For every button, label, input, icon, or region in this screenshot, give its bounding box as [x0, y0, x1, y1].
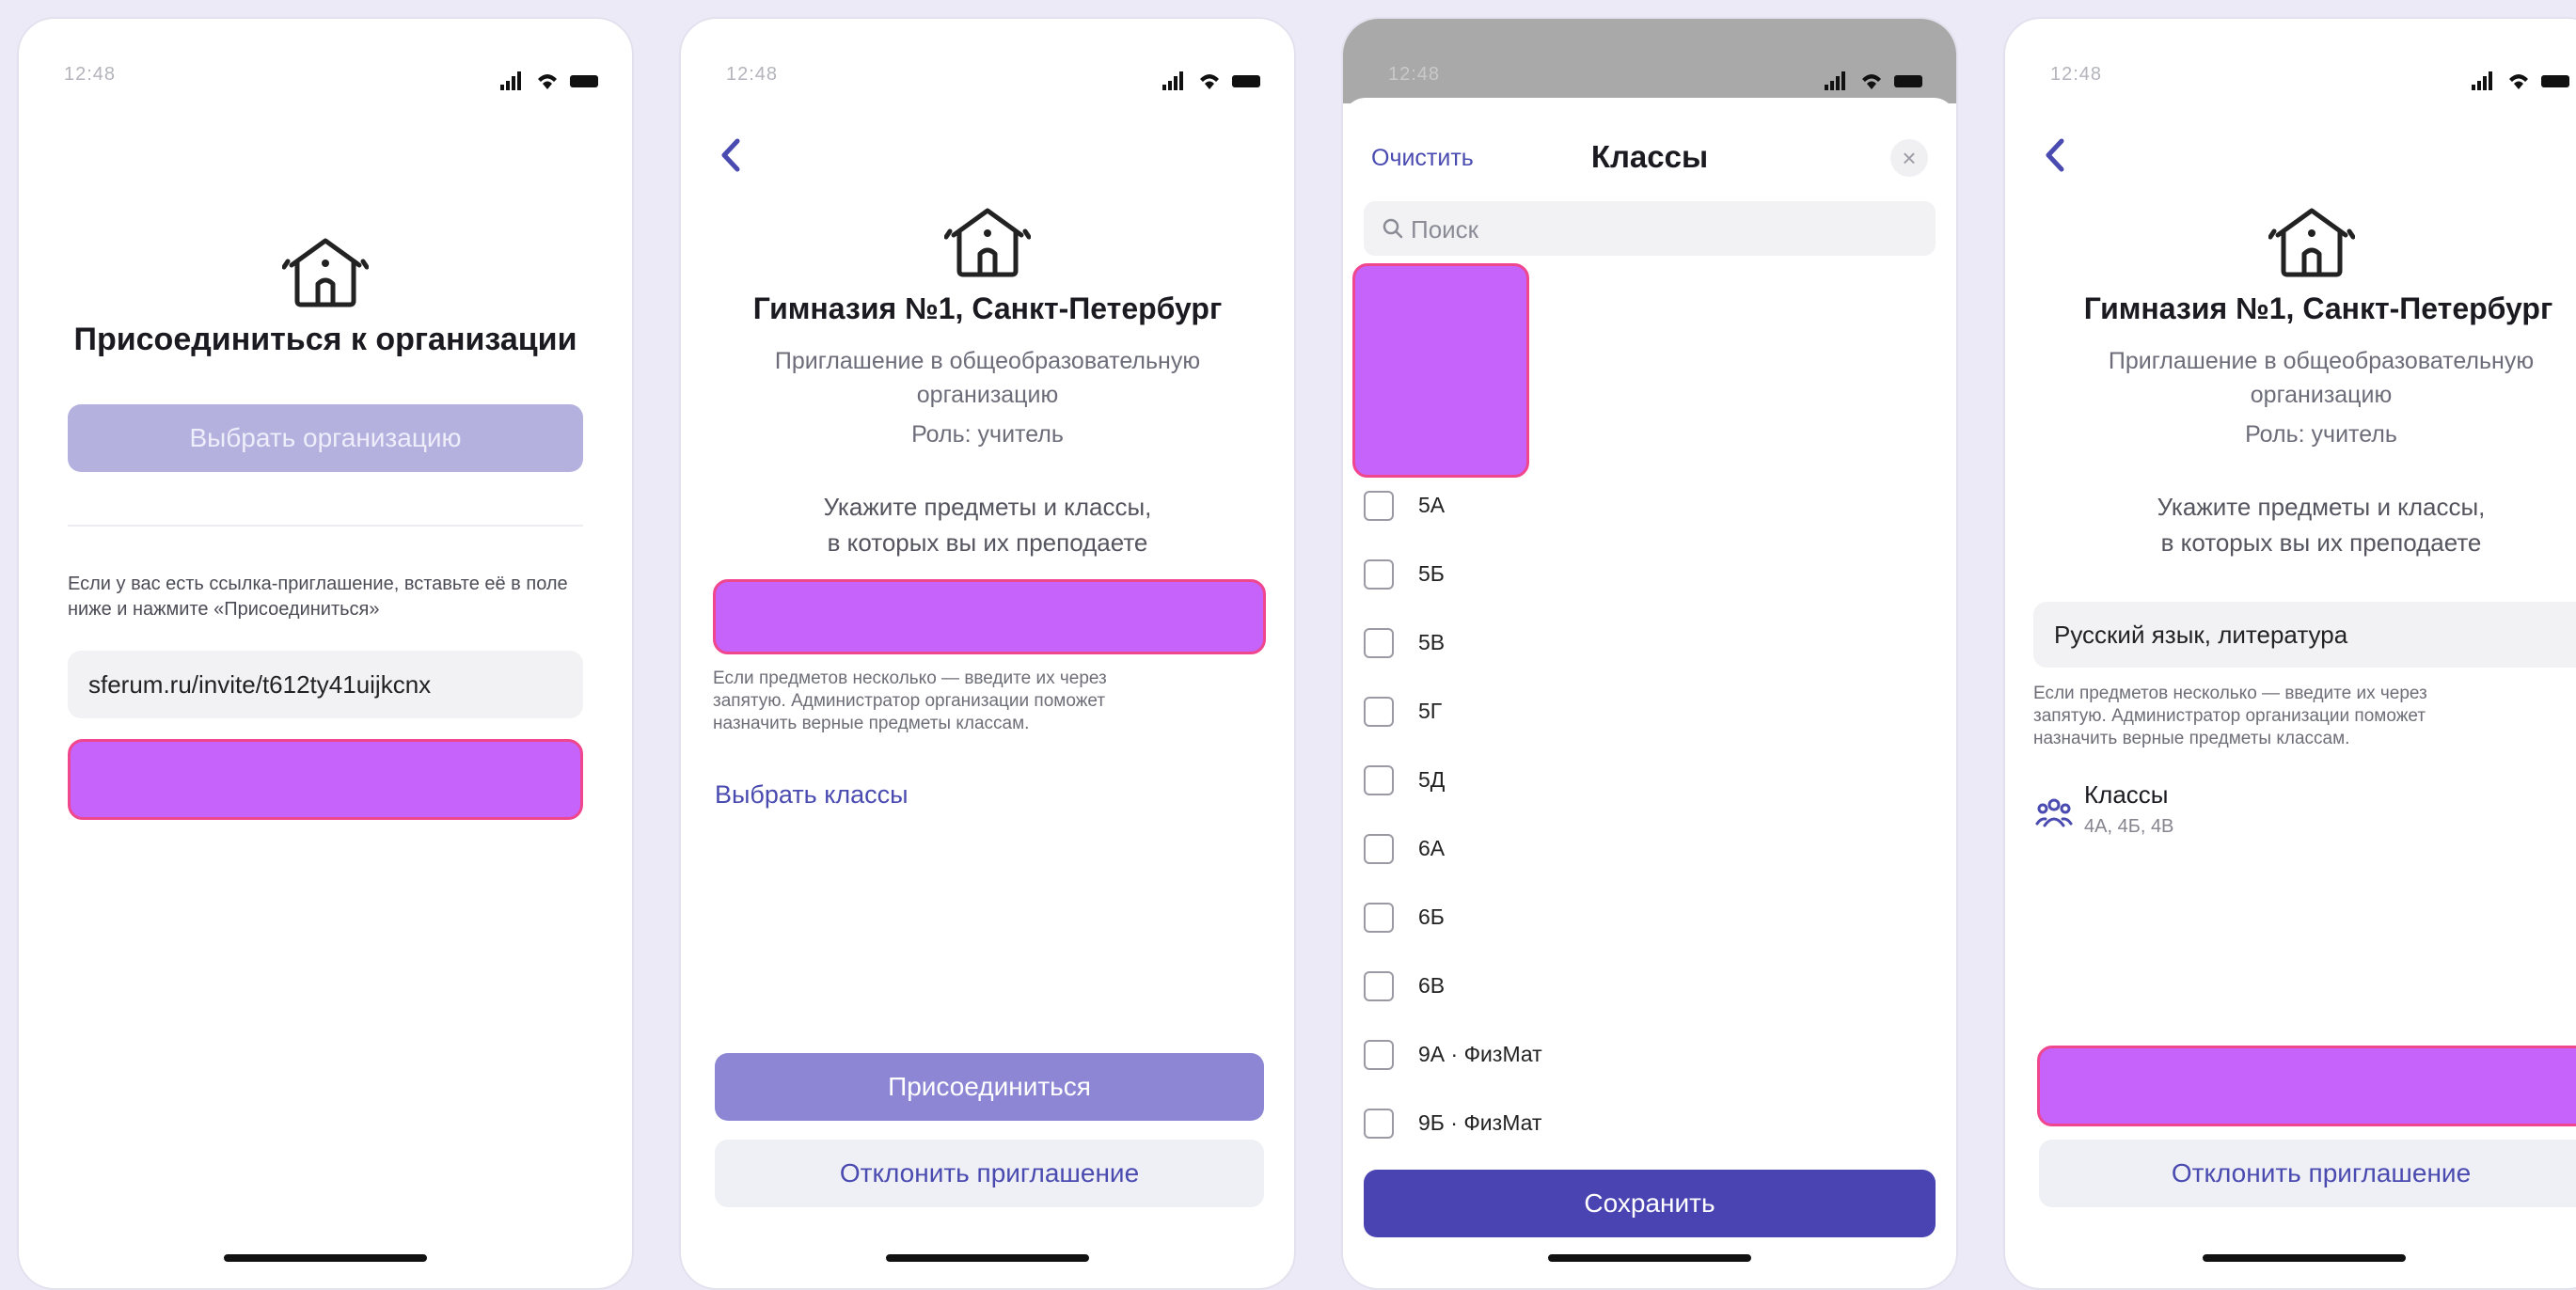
subjects-note-line1: Если предметов несколько — введите их че…	[713, 669, 1107, 688]
system-icons	[1825, 70, 1926, 92]
invite-hint: Если у вас есть ссылка-приглашение, вста…	[68, 574, 568, 620]
invite-type-line2: организацию	[2250, 382, 2393, 408]
home-indicator	[1548, 1254, 1751, 1262]
class-row[interactable]: 6Б	[1364, 889, 1936, 946]
classes-title: Классы	[2084, 780, 2169, 809]
system-icons	[2472, 70, 2573, 92]
organization-name: Гимназия №1, Санкт-Петербург	[752, 291, 1223, 325]
checkbox[interactable]	[1364, 971, 1394, 1001]
home-indicator	[886, 1254, 1089, 1262]
role-label: Роль: учитель	[911, 421, 1064, 448]
status-bar: 12:48	[1388, 56, 1926, 103]
checkbox[interactable]	[1364, 903, 1394, 933]
phone-screen-invitation: 12:48 Гимназия №1, Санкт-Петербург Пригл…	[679, 17, 1296, 1290]
class-row[interactable]: 5Б	[1364, 546, 1936, 603]
home-indicator	[2203, 1254, 2406, 1262]
status-bar: 12:48	[726, 56, 1264, 103]
class-label: 9А · ФизМат	[1418, 1042, 1542, 1066]
classes-row[interactable]: Классы 4А, 4Б, 4В ›	[2033, 780, 2576, 856]
checkbox[interactable]	[1364, 559, 1394, 590]
status-time: 12:48	[2050, 64, 2103, 85]
subjects-note-line1: Если предметов несколько — введите их че…	[2033, 684, 2427, 703]
search-placeholder: Поиск	[1411, 215, 1479, 244]
subjects-input[interactable]: Русский язык, литература	[2033, 602, 2576, 668]
class-label: 5Д	[1418, 767, 1446, 792]
building-icon	[2268, 203, 2356, 280]
class-label: 9Б · ФизМат	[1418, 1110, 1542, 1135]
back-icon[interactable]	[713, 132, 751, 179]
invite-link-input[interactable]: sferum.ru/invite/t612ty41uijkcnx	[68, 651, 583, 718]
select-organization-button[interactable]: Выбрать организацию	[68, 404, 583, 472]
organization-name: Гимназия №1, Санкт-Петербург	[2083, 291, 2553, 325]
class-row[interactable]: 5Г	[1364, 684, 1936, 740]
join-button[interactable]: Присоединиться	[715, 1053, 1264, 1121]
role-label: Роль: учитель	[2245, 421, 2397, 448]
system-icons	[1162, 70, 1264, 92]
class-row[interactable]: 6А	[1364, 821, 1936, 877]
phone-screen-invitation-filled: 12:48 Гимназия №1, Санкт-Петербург Пригл…	[2003, 17, 2576, 1290]
phone-screen-join-organization: 12:48 Присоединиться к организации Выбра…	[17, 17, 634, 1290]
divider	[68, 525, 583, 527]
status-time: 12:48	[726, 64, 779, 85]
classes-sheet: Очистить Классы × Поиск 5А 5Б 5В 5Г 5Д 6…	[1343, 98, 1956, 1288]
invite-type-line1: Приглашение в общеобразовательную	[774, 348, 1201, 374]
class-row[interactable]: 9Б · ФизМат	[1364, 1095, 1936, 1152]
page-title: Присоединиться к организации	[73, 322, 577, 357]
subjects-note-line3: назначить верные предметы классам.	[713, 714, 1030, 733]
subjects-note-line3: назначить верные предметы классам.	[2033, 729, 2350, 748]
prompt-line2: в которых вы их преподаете	[2160, 528, 2482, 557]
home-indicator	[224, 1254, 427, 1262]
class-row[interactable]: 5А	[1364, 478, 1936, 534]
invite-type-line1: Приглашение в общеобразовательную	[2108, 348, 2535, 374]
decline-invitation-button[interactable]: Отклонить приглашение	[715, 1140, 1264, 1207]
checkbox[interactable]	[1364, 1040, 1394, 1070]
checkbox[interactable]	[1364, 491, 1394, 521]
class-label: 6В	[1418, 973, 1446, 998]
class-label: 5В	[1418, 630, 1446, 654]
class-row[interactable]: 5В	[1364, 615, 1936, 671]
class-row[interactable]: 5Д	[1364, 752, 1936, 809]
invite-type-line2: организацию	[916, 382, 1059, 408]
search-icon	[1383, 218, 1403, 239]
checkbox[interactable]	[1364, 834, 1394, 864]
sheet-title: Классы	[1590, 139, 1709, 174]
class-label: 6Б	[1418, 905, 1445, 929]
prompt-line1: Укажите предметы и классы,	[2157, 493, 2486, 521]
group-icon	[2035, 794, 2073, 836]
class-label: 5А	[1418, 493, 1446, 517]
checkbox[interactable]	[1364, 1109, 1394, 1139]
redacted-subjects-input[interactable]	[713, 579, 1266, 654]
status-bar: 12:48	[2050, 56, 2573, 103]
back-icon[interactable]	[2037, 132, 2075, 179]
search-input[interactable]: Поиск	[1364, 201, 1936, 256]
building-icon	[281, 233, 370, 310]
class-label: 6А	[1418, 836, 1446, 860]
checkbox[interactable]	[1364, 697, 1394, 727]
decline-invitation-button[interactable]: Отклонить приглашение	[2039, 1140, 2576, 1207]
status-time: 12:48	[1388, 64, 1441, 85]
phone-screen-classes-picker: 12:48 Очистить Классы × Поиск 5А 5Б 5В 5…	[1341, 17, 1958, 1290]
classes-value: 4А, 4Б, 4В	[2084, 816, 2174, 837]
status-time: 12:48	[64, 64, 117, 85]
close-icon[interactable]: ×	[1890, 139, 1928, 177]
class-row[interactable]: 9А · ФизМат	[1364, 1027, 1936, 1083]
system-icons	[500, 70, 602, 92]
redacted-class-group	[1352, 263, 1529, 478]
class-label: 5Б	[1418, 561, 1445, 586]
dimmed-background: 12:48	[1343, 19, 1956, 103]
class-row[interactable]: 6В	[1364, 958, 1936, 1015]
save-button[interactable]: Сохранить	[1364, 1170, 1936, 1237]
subjects-note-line2: запятую. Администратор организации помож…	[2033, 706, 2426, 726]
checkbox[interactable]	[1364, 628, 1394, 658]
building-icon	[943, 203, 1032, 280]
class-label: 5Г	[1418, 699, 1443, 723]
choose-classes-link[interactable]: Выбрать классы	[715, 780, 909, 810]
prompt-line1: Укажите предметы и классы,	[823, 493, 1152, 521]
redacted-join-button[interactable]	[68, 739, 583, 820]
subjects-note-line2: запятую. Администратор организации помож…	[713, 691, 1106, 711]
checkbox[interactable]	[1364, 765, 1394, 795]
prompt-line2: в которых вы их преподаете	[827, 528, 1148, 557]
status-bar: 12:48	[64, 56, 602, 103]
redacted-join-button[interactable]	[2037, 1046, 2576, 1126]
